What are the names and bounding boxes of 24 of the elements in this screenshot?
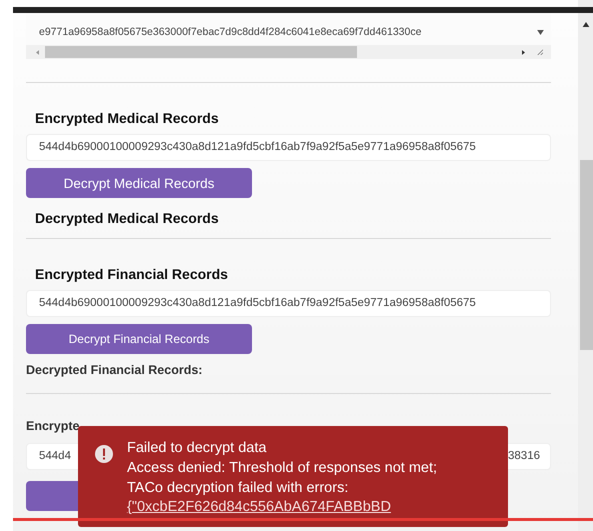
alert-icon bbox=[94, 444, 114, 464]
toast-detail: {"0xcbE2F626d84c556AbA674FABBbBD bbox=[127, 498, 392, 516]
scroll-right-icon[interactable] bbox=[522, 50, 525, 54]
field-text: 544d4 bbox=[39, 450, 71, 464]
result-label: Decrypted Medical Records bbox=[34, 210, 220, 228]
toast-title: Failed to decrypt data bbox=[127, 439, 268, 458]
field-text: 38316 bbox=[508, 450, 540, 464]
decrypt-button[interactable]: Decrypt Financial Records bbox=[26, 324, 252, 354]
input-field[interactable]: 544d4b69000100009293c430a8d121a9fd5cbf16ab7f9a92f5a5e9771a96958a8f05675 bbox=[26, 290, 551, 317]
resize-grip-icon[interactable] bbox=[537, 49, 543, 55]
text-area-line: e9771a96958a8f05675e363000f7ebac7d9c8dd4f284c6041e8eca69f7dd461330ce bbox=[39, 26, 422, 38]
scroll-up-icon[interactable] bbox=[582, 22, 590, 27]
decrypt-button[interactable]: Decrypt Medical Records bbox=[26, 168, 252, 198]
section-heading: Encrypte bbox=[26, 419, 80, 435]
page-scrollbar[interactable] bbox=[578, 0, 593, 531]
toast-message: TACo decryption failed with errors: bbox=[127, 479, 350, 498]
scroll-down-icon[interactable] bbox=[537, 30, 544, 34]
result-label: Decrypted Financial Records: bbox=[26, 363, 204, 379]
scroll-left-icon[interactable] bbox=[36, 50, 39, 54]
section-heading: Encrypted Financial Records bbox=[34, 266, 229, 284]
horizontal-scrollbar[interactable] bbox=[26, 45, 551, 59]
section-heading: Encrypted Medical Records bbox=[34, 110, 220, 128]
toast-message: Access denied: Threshold of responses not met; bbox=[127, 459, 438, 478]
input-field[interactable]: 544d4b69000100009293c430a8d121a9fd5cbf16ab7f9a92f5a5e9771a96958a8f05675 bbox=[26, 134, 551, 161]
